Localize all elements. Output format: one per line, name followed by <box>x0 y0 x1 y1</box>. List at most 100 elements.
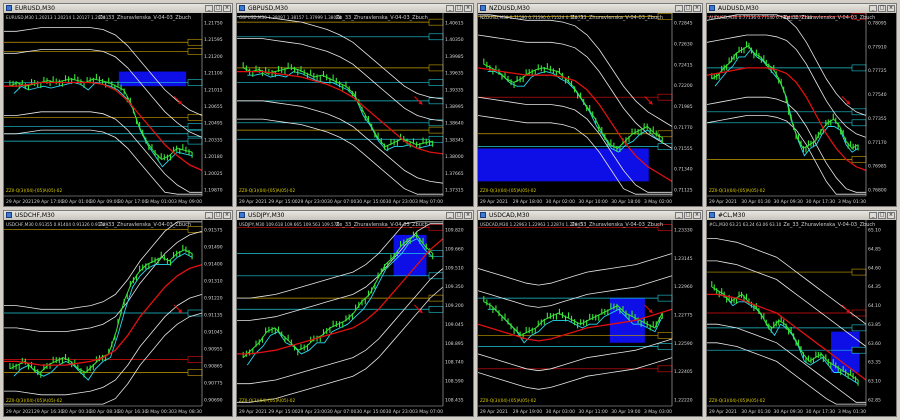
time-axis-label: 29 Apr 19:00 <box>513 409 542 415</box>
price-axis-label: 1.19870 <box>204 188 223 194</box>
price-axis-label: 65.10 <box>868 228 881 234</box>
price-axis-label: 0.91220 <box>204 296 223 302</box>
price-axis-label: 0.71985 <box>674 104 693 110</box>
level-price-tag <box>657 365 673 373</box>
terminal-chart-grid: EURUSD,M30 _ □ × Ze_33_Zhuravlenska_V-04-03_… <box>0 0 900 420</box>
chart-window-7[interactable]: USDCAD,M30 _ □ × Ze_33_Zhuravlenska_V-04-03_… <box>477 210 703 417</box>
close-button[interactable]: × <box>887 212 895 219</box>
price-chart[interactable]: Ze_33_Zhuravlenska_V-04-03_ZbuchEURUSD,M… <box>4 13 232 206</box>
chart-window-8[interactable]: #CL,M30 _ □ × Ze_33_Zhuravlenska_V-04-03_Zbu… <box>706 210 897 417</box>
price-axis-label: 1.39635 <box>445 71 464 77</box>
maximize-button[interactable]: □ <box>455 212 463 219</box>
level-price-tag <box>851 119 867 127</box>
time-axis-label: 29 Apr 15:00 <box>268 409 297 415</box>
price-chart[interactable]: Ze_33_Zhuravlenska_V-04-03_ZbuchNZDUSD,M… <box>478 13 702 206</box>
level-price-tag <box>851 108 867 116</box>
time-axis-label: 30 Apr 01:30 <box>741 409 770 415</box>
close-button[interactable]: × <box>464 5 472 12</box>
maximize-button[interactable]: □ <box>684 212 692 219</box>
price-chart[interactable]: Ze_33_Zhuravlenska_V-04-03_ZbuchUSDCAD,M… <box>478 220 702 416</box>
chart-window-icon <box>239 212 245 218</box>
price-chart[interactable]: Ze_33_Zhuravlenska_V-04-03_ZbuchUSDJPY,M… <box>237 220 473 416</box>
indicator-label: Ze_33_Zhuravlenska_V-04-03_Zbuch <box>99 222 191 228</box>
price-axis-label: 109.510 <box>445 265 464 271</box>
indicator-footer-label: ZZII-Q(3)(04)-[05]A(05)-02 <box>709 398 765 403</box>
chart-window-icon <box>6 5 12 11</box>
price-axis-label: 1.21015 <box>204 87 223 93</box>
price-axis-label: 1.39335 <box>445 87 464 93</box>
price-axis-label: 0.91045 <box>204 330 223 336</box>
time-axis-label: 30 Apr 23:00 <box>386 409 415 415</box>
minimize-button[interactable]: _ <box>446 212 454 219</box>
ohlc-readout: AUDUSD,M30 0.77136 0.77140 0.77040 0.771… <box>709 15 812 20</box>
chart-window-title: NZDUSD,M30 <box>489 5 530 12</box>
close-button[interactable]: × <box>693 5 701 12</box>
maximize-button[interactable]: □ <box>214 5 222 12</box>
maximize-button[interactable]: □ <box>878 5 886 12</box>
level-price-tag <box>657 93 673 101</box>
price-axis-label: 0.71125 <box>674 188 693 194</box>
chart-window-4[interactable]: AUDUSD,M30 _ □ × Ze_33_Zhuravlenska_V-04-03_… <box>706 3 897 207</box>
time-axis-label: 3 May 03:00 <box>644 409 672 415</box>
price-chart[interactable]: Ze_33_Zhuravlenska_V-04-03_ZbuchAUDUSD,M… <box>707 13 896 206</box>
chart-window-icon <box>709 212 715 218</box>
minimize-button[interactable]: _ <box>205 212 213 219</box>
level-price-tag <box>428 272 444 280</box>
time-axis-label: 29 Apr 2021 <box>709 409 737 415</box>
maximize-button[interactable]: □ <box>455 5 463 12</box>
price-axis-label: 108.590 <box>445 379 464 385</box>
level-price-tag <box>428 64 444 72</box>
close-button[interactable]: × <box>693 212 701 219</box>
price-axis-label: 1.21200 <box>204 54 223 60</box>
maximize-button[interactable]: □ <box>684 5 692 12</box>
time-axis-label: 30 Apr 19:00 <box>611 409 640 415</box>
price-axis-label: 108.740 <box>445 360 464 366</box>
minimize-button[interactable]: _ <box>446 5 454 12</box>
chart-window-3[interactable]: NZDUSD,M30 _ □ × Ze_33_Zhuravlenska_V-04-03_… <box>477 3 703 207</box>
level-price-tag <box>851 64 867 72</box>
price-axis-label: 1.20495 <box>204 121 223 127</box>
chart-window-icon <box>480 212 486 218</box>
close-button[interactable]: × <box>887 5 895 12</box>
price-chart[interactable]: Ze_33_Zhuravlenska_V-04-03_ZbuchGBPUSD,M… <box>237 13 473 206</box>
chart-window-5[interactable]: USDCHF,M30 _ □ × Ze_33_Zhuravlenska_V-04-03_… <box>3 210 233 417</box>
price-axis-label: 1.20025 <box>204 171 223 177</box>
price-axis-label: 109.045 <box>445 322 464 328</box>
minimize-button[interactable]: _ <box>675 5 683 12</box>
maximize-button[interactable]: □ <box>214 212 222 219</box>
price-axis-label: 0.71555 <box>674 146 693 152</box>
time-axis-label: 29 Apr 23:00 <box>298 199 327 205</box>
time-axis-label: 29 Apr 2021 <box>480 409 508 415</box>
minimize-button[interactable]: _ <box>869 5 877 12</box>
chart-window-icon <box>709 5 715 11</box>
price-axis-label: 0.90865 <box>204 364 223 370</box>
chart-window-icon <box>6 212 12 218</box>
indicator-footer-label: ZZII-Q(3)(04)-[05]A(05)-02 <box>6 398 62 403</box>
chart-background <box>707 13 896 206</box>
indicator-footer-label: ZZII-Q(3)(04)-[05]A(05)-02 <box>239 398 295 403</box>
minimize-button[interactable]: _ <box>675 212 683 219</box>
time-axis-label: 30 Apr 10:00 <box>578 199 607 205</box>
chart-window-2[interactable]: GBPUSD,M30 _ □ × Ze_33_Zhuravlenska_V-04-03_… <box>236 3 474 207</box>
close-button[interactable]: × <box>223 5 231 12</box>
price-axis-label: 1.37665 <box>445 171 464 177</box>
level-price-tag <box>428 305 444 313</box>
time-axis-label: 30 Apr 01:30 <box>741 199 770 205</box>
minimize-button[interactable]: _ <box>205 5 213 12</box>
close-button[interactable]: × <box>223 212 231 219</box>
price-axis-label: 64.85 <box>868 246 881 252</box>
time-axis-label: 30 Apr 01:00 <box>62 199 91 205</box>
level-price-tag <box>428 294 444 302</box>
close-button[interactable]: × <box>464 212 472 219</box>
price-chart[interactable]: Ze_33_Zhuravlenska_V-04-03_ZbuchUSDCHF,M… <box>4 220 232 416</box>
chart-window-title: GBPUSD,M30 <box>248 5 288 12</box>
chart-window-1[interactable]: EURUSD,M30 _ □ × Ze_33_Zhuravlenska_V-04-03_… <box>3 3 233 207</box>
chart-window-title: EURUSD,M30 <box>15 5 55 12</box>
chart-window-6[interactable]: USDJPY,M30 _ □ × Ze_33_Zhuravlenska_V-04-03_… <box>236 210 474 417</box>
price-axis-label: 0.72200 <box>674 83 693 89</box>
minimize-button[interactable]: _ <box>869 212 877 219</box>
price-axis-label: 1.40350 <box>445 37 464 43</box>
price-chart[interactable]: Ze_33_Zhuravlenska_V-04-03_Zbuch#CL,M30 … <box>707 220 896 416</box>
price-axis-label: 63.85 <box>868 322 881 328</box>
maximize-button[interactable]: □ <box>878 212 886 219</box>
